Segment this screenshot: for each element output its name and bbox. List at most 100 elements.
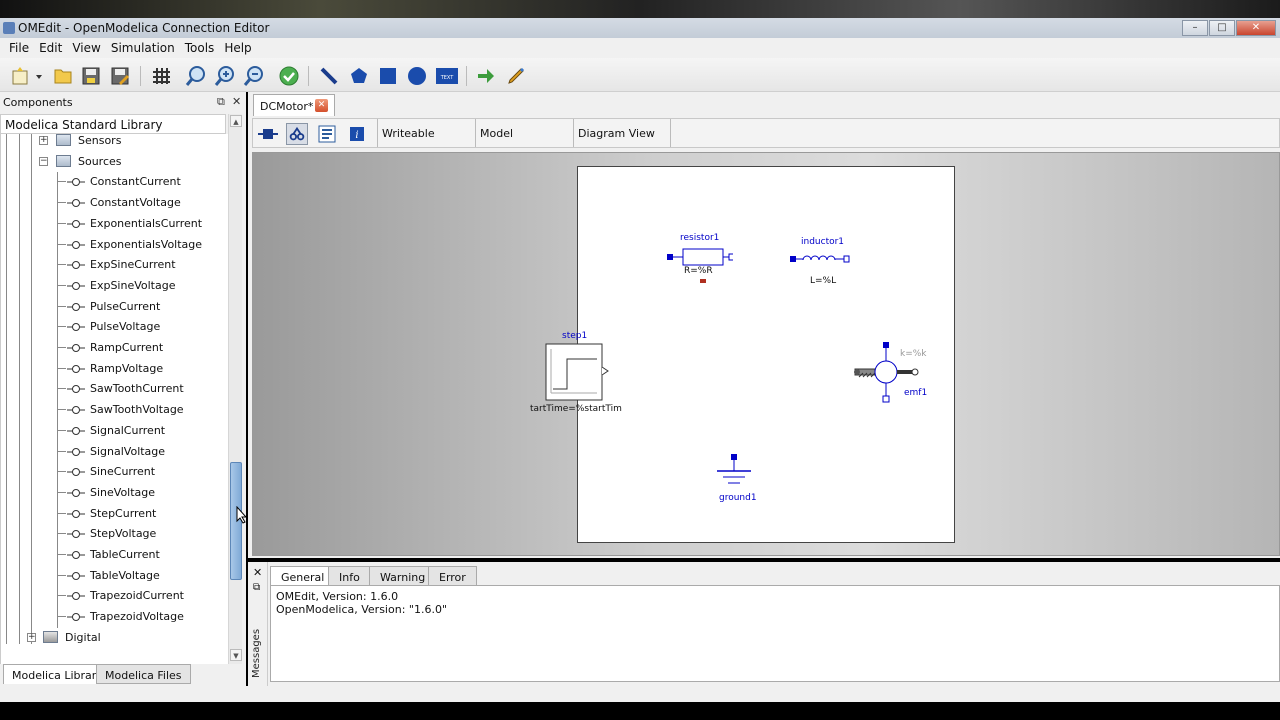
save-icon[interactable] bbox=[80, 65, 102, 87]
documentation-icon[interactable]: i bbox=[346, 123, 368, 145]
close-button[interactable]: ✕ bbox=[1236, 20, 1276, 36]
tree-item[interactable]: RampCurrent bbox=[1, 337, 227, 357]
tab-info[interactable]: Info bbox=[328, 566, 371, 586]
tree-item-label: StepVoltage bbox=[90, 527, 157, 541]
menu-tools[interactable]: Tools bbox=[180, 41, 220, 55]
tree-item[interactable]: PulseCurrent bbox=[1, 296, 227, 316]
tree-item[interactable]: ExponentialsCurrent bbox=[1, 213, 227, 233]
rectangle-tool-icon[interactable] bbox=[377, 65, 399, 87]
close-panel-icon[interactable]: ✕ bbox=[232, 95, 241, 108]
tree-item[interactable]: + Sensors bbox=[1, 134, 227, 150]
menu-simulation[interactable]: Simulation bbox=[106, 41, 180, 55]
scroll-down-icon[interactable]: ▼ bbox=[230, 649, 242, 661]
simulate-icon[interactable] bbox=[505, 65, 527, 87]
tree-branch-line bbox=[58, 471, 66, 473]
status-bar bbox=[0, 686, 1280, 702]
toolbar-separator bbox=[308, 66, 309, 86]
toolbar-separator bbox=[140, 66, 141, 86]
step-component[interactable] bbox=[545, 343, 609, 403]
tree-branch-line bbox=[58, 367, 66, 369]
inductor-component[interactable] bbox=[789, 253, 855, 265]
maximize-button[interactable]: □ bbox=[1209, 20, 1235, 36]
save-as-icon[interactable] bbox=[109, 65, 131, 87]
tree-item[interactable]: TrapezoidVoltage bbox=[1, 606, 227, 626]
resistor-component[interactable] bbox=[665, 243, 733, 283]
tree-item[interactable]: SignalCurrent bbox=[1, 420, 227, 440]
scroll-up-icon[interactable]: ▲ bbox=[230, 115, 242, 127]
source-component-icon bbox=[67, 509, 85, 518]
diagram-view-icon[interactable] bbox=[286, 123, 308, 145]
tree-item[interactable]: PulseVoltage bbox=[1, 316, 227, 336]
tab-general[interactable]: General bbox=[270, 566, 336, 586]
close-tab-icon[interactable]: ✕ bbox=[315, 99, 328, 112]
tree-item[interactable]: SineVoltage bbox=[1, 482, 227, 502]
tree-item[interactable]: ConstantCurrent bbox=[1, 171, 227, 191]
tree-item[interactable]: − Sources bbox=[1, 151, 227, 171]
step-name: step1 bbox=[562, 331, 588, 341]
open-folder-icon[interactable] bbox=[52, 65, 74, 87]
menu-help[interactable]: Help bbox=[219, 41, 256, 55]
tree-item[interactable]: ExponentialsVoltage bbox=[1, 234, 227, 254]
menu-bar: File Edit View Simulation Tools Help bbox=[0, 38, 1280, 58]
messages-label: Messages bbox=[251, 628, 262, 678]
tree-item[interactable]: SineCurrent bbox=[1, 461, 227, 481]
text-tool-icon[interactable]: TEXT bbox=[435, 65, 459, 87]
polygon-tool-icon[interactable] bbox=[348, 65, 370, 87]
diagram-canvas[interactable]: resistor1 R=%R inductor1 L=%L step1 tart… bbox=[252, 152, 1280, 556]
tree-branch-line bbox=[58, 491, 66, 493]
tree-item[interactable]: StepVoltage bbox=[1, 523, 227, 543]
tree-branch-line bbox=[58, 595, 66, 597]
tree-item[interactable]: TableVoltage bbox=[1, 565, 227, 585]
tree-item[interactable]: SawToothCurrent bbox=[1, 378, 227, 398]
float-messages-icon[interactable]: ⧉ bbox=[253, 582, 260, 593]
library-scrollbar[interactable]: ▲ ▼ bbox=[228, 114, 242, 664]
tree-item[interactable]: RampVoltage bbox=[1, 358, 227, 378]
document-tab[interactable]: DCMotor* ✕ bbox=[253, 94, 335, 116]
icon-view-icon[interactable] bbox=[257, 123, 279, 145]
tree-item[interactable]: TableCurrent bbox=[1, 544, 227, 564]
tree-item[interactable]: ConstantVoltage bbox=[1, 192, 227, 212]
tree-expander-icon[interactable]: + bbox=[39, 136, 48, 145]
tree-item[interactable]: ExpSineCurrent bbox=[1, 254, 227, 274]
new-model-icon[interactable] bbox=[10, 65, 46, 87]
tree-branch-line bbox=[58, 347, 66, 348]
menu-view[interactable]: View bbox=[67, 41, 105, 55]
tree-item-label: PulseCurrent bbox=[90, 299, 161, 313]
zoom-in-icon[interactable] bbox=[214, 65, 236, 87]
tree-item[interactable]: SawToothVoltage bbox=[1, 399, 227, 419]
check-model-icon[interactable] bbox=[278, 65, 300, 87]
menu-edit[interactable]: Edit bbox=[34, 41, 67, 55]
tree-item[interactable]: TrapezoidCurrent bbox=[1, 585, 227, 605]
close-messages-icon[interactable]: ✕ bbox=[253, 566, 262, 579]
text-view-icon[interactable] bbox=[316, 123, 338, 145]
ellipse-tool-icon[interactable] bbox=[406, 65, 428, 87]
ground-component[interactable] bbox=[715, 453, 755, 487]
tab-error[interactable]: Error bbox=[428, 566, 477, 586]
inductor-name: inductor1 bbox=[801, 237, 845, 247]
grid-icon[interactable] bbox=[150, 65, 172, 87]
tab-modelica-files[interactable]: Modelica Files bbox=[96, 664, 191, 684]
source-component-icon bbox=[67, 488, 85, 497]
tree-branch-line bbox=[58, 326, 66, 328]
source-component-icon bbox=[67, 261, 85, 270]
connect-mode-icon[interactable] bbox=[475, 65, 497, 87]
tree-item-label: Sensors bbox=[78, 134, 122, 147]
toolbar-separator bbox=[466, 66, 467, 86]
line-tool-icon[interactable] bbox=[318, 65, 340, 87]
minimize-button[interactable]: – bbox=[1182, 20, 1208, 36]
title-bar: OMEdit - OpenModelica Connection Editor … bbox=[0, 18, 1280, 38]
tree-expander-icon[interactable]: − bbox=[39, 156, 48, 166]
emf-param: k=%k bbox=[900, 349, 927, 359]
tree-expander-icon[interactable]: + bbox=[27, 632, 36, 642]
inductor-param: L=%L bbox=[810, 276, 837, 286]
source-component-icon bbox=[67, 426, 85, 435]
zoom-out-icon[interactable] bbox=[243, 65, 265, 87]
zoom-100-icon[interactable] bbox=[185, 65, 207, 87]
tab-warning[interactable]: Warning bbox=[369, 566, 437, 586]
tree-item[interactable]: StepCurrent bbox=[1, 503, 227, 523]
tree-item[interactable]: + Digital bbox=[1, 627, 227, 647]
menu-file[interactable]: File bbox=[4, 41, 34, 55]
tree-item[interactable]: ExpSineVoltage bbox=[1, 275, 227, 295]
float-panel-icon[interactable]: ⧉ bbox=[217, 95, 225, 109]
tree-item[interactable]: SignalVoltage bbox=[1, 441, 227, 461]
